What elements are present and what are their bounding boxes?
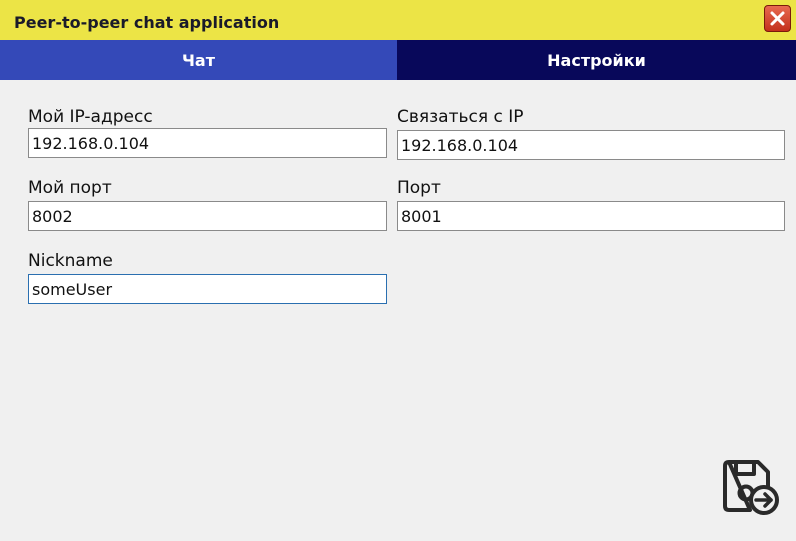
title-bar[interactable]: Peer-to-peer chat application (0, 0, 796, 40)
my-port-label: Мой порт (28, 178, 112, 198)
connect-ip-label: Связаться с IP (397, 107, 524, 127)
nickname-label: Nickname (28, 251, 113, 271)
port-input[interactable] (397, 201, 785, 231)
nickname-input[interactable] (28, 274, 387, 304)
close-button[interactable] (764, 5, 791, 32)
save-button[interactable] (720, 458, 782, 518)
tab-bar: Чат Настройки (0, 40, 796, 80)
tab-chat[interactable]: Чат (0, 40, 397, 80)
close-icon (770, 11, 785, 26)
my-ip-input[interactable] (28, 128, 387, 158)
my-port-input[interactable] (28, 201, 387, 231)
save-icon (723, 460, 779, 515)
tab-settings[interactable]: Настройки (397, 40, 796, 80)
port-label: Порт (397, 178, 441, 198)
my-ip-label: Мой IP-адресс (28, 107, 153, 127)
connect-ip-input[interactable] (397, 130, 785, 160)
window-title: Peer-to-peer chat application (14, 13, 280, 32)
app-window: Peer-to-peer chat application Чат Настро… (0, 0, 796, 541)
